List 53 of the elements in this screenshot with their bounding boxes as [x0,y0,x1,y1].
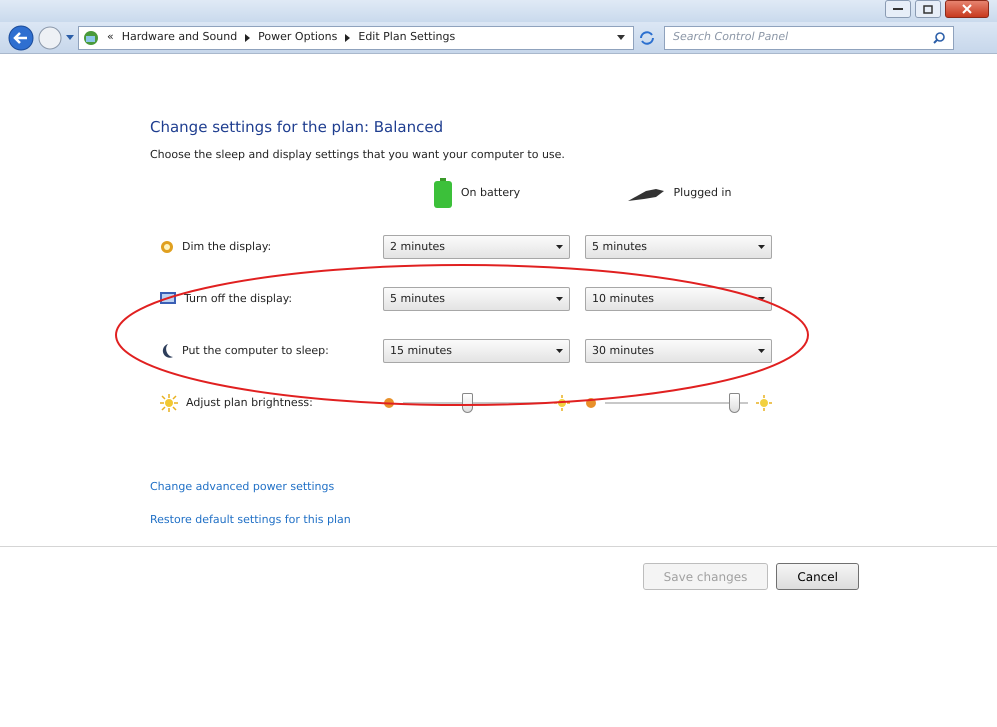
search-icon [933,32,945,44]
description-text: Choose the sleep and display settings that you want your computer to use. [150,146,566,162]
dialog-button: Save changes [642,563,768,590]
bright-sun-icon [756,395,772,411]
breadcrumb-link[interactable]: Edit Plan Settings [358,29,456,46]
setting-label: Put the computer to sleep: [182,342,329,359]
close-button[interactable] [945,0,989,18]
moon-icon [160,343,174,359]
slider-track[interactable] [605,393,748,413]
dim-sun-icon [383,397,395,409]
minimize-button[interactable] [885,0,911,18]
battery-icon [432,178,453,208]
bright-sun-icon [554,395,570,411]
dropdown[interactable]: 5 minutes [383,287,570,311]
overflow-chevrons[interactable]: « [107,29,114,46]
chevron-icon[interactable] [345,34,350,42]
caret-icon [758,349,765,353]
dropdown[interactable]: 30 minutes [585,339,772,363]
column-heading: Plugged in [674,184,732,201]
dropdown-arrow-icon[interactable] [617,34,625,40]
back-button[interactable] [8,24,34,50]
dialog-button[interactable]: Cancel [776,563,859,590]
chevron-icon[interactable] [245,34,250,42]
dropdown[interactable]: 10 minutes [585,287,772,311]
slider-thumb[interactable] [462,393,474,413]
column-heading: On battery [460,184,520,201]
maximize-icon [923,4,933,14]
close-icon [962,4,972,14]
refresh-icon[interactable] [638,28,656,46]
caret-icon [758,297,765,301]
link[interactable]: Restore default settings for this plan [150,512,351,528]
dropdown[interactable]: 15 minutes [383,339,570,363]
dim-sun-icon [585,397,597,409]
setting-label: Turn off the display: [184,290,292,307]
setting-label: Dim the display: [182,238,272,255]
caret-icon [556,297,563,301]
address-bar[interactable]: « Hardware and Sound Power Options Edit Plan Settings [78,26,634,50]
dim-display-icon [160,240,174,254]
breadcrumb-link[interactable]: Hardware and Sound [122,29,238,46]
link[interactable]: Change advanced power settings [150,479,334,496]
caret-icon [758,245,765,249]
slider-thumb[interactable] [728,393,740,413]
search-placeholder: Search Control Panel [673,29,790,46]
maximize-button[interactable] [915,0,941,18]
dropdown[interactable]: 5 minutes [585,235,772,259]
sun-icon [160,394,178,412]
caret-icon [556,245,563,249]
breadcrumb-link[interactable]: Power Options [258,29,338,46]
page-heading: Change settings for the plan: Balanced [150,117,444,138]
minimize-icon [893,7,903,11]
setting-label: Adjust plan brightness: [186,394,313,411]
caret-icon [556,349,563,353]
dropdown[interactable]: 2 minutes [383,235,570,259]
